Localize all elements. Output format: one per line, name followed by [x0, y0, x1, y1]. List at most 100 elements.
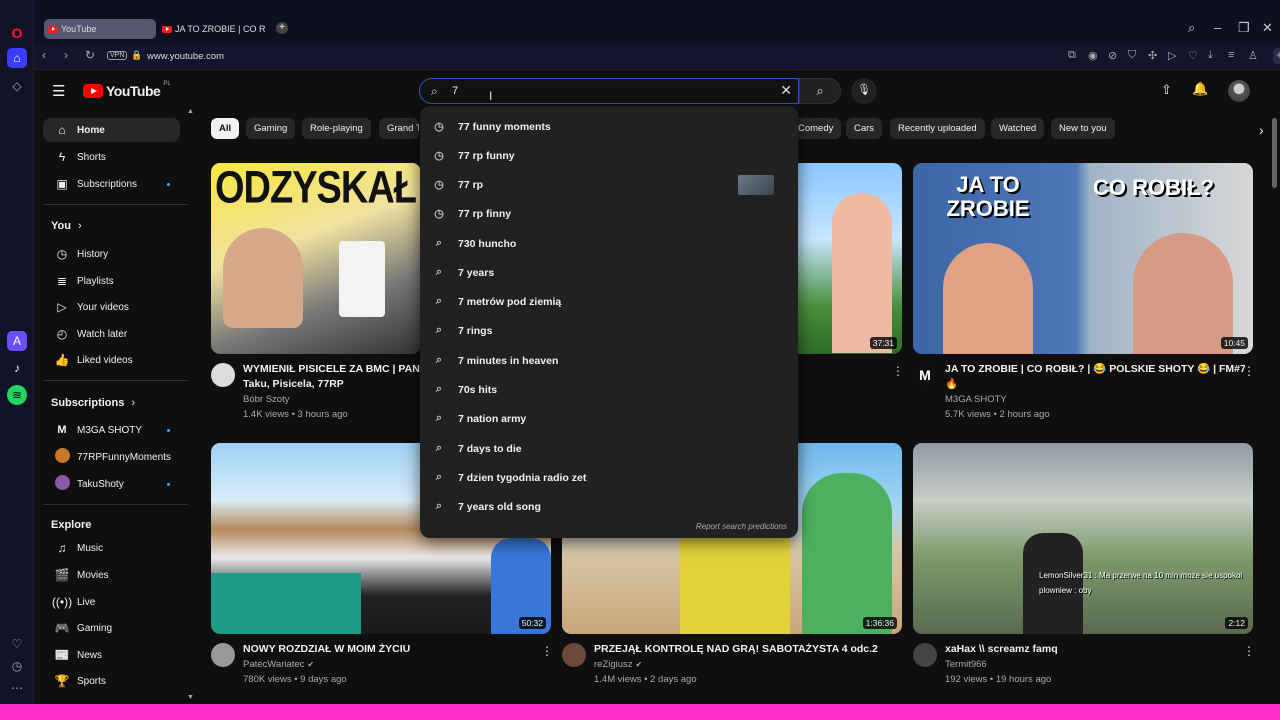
video-title[interactable]: NOWY ROZDZIAŁ W MOIM ŻYCIU [243, 642, 410, 657]
search-input[interactable]: 7 [452, 85, 458, 97]
suggestion-item[interactable]: ⌕ 730 huncho [420, 229, 798, 258]
clear-search-icon[interactable]: ✕ [780, 82, 792, 99]
channel-name[interactable]: M3GA SHOTY [945, 392, 1007, 407]
more-options-icon[interactable]: ⋮ [541, 644, 553, 658]
suggestion-item[interactable]: ⌕ 7 years old song [420, 492, 798, 521]
search-box[interactable]: ⌕ 7 ✕ [419, 78, 799, 104]
channel-avatar[interactable] [211, 363, 235, 387]
new-tab-button[interactable]: + [276, 22, 288, 34]
suggestion-item[interactable]: ⌕ 7 nation army [420, 404, 798, 433]
sidebar-item-liked-videos[interactable]: 👍 Liked videos [43, 348, 180, 372]
sidebar-item-channel[interactable]: M M3GA SHOTY [43, 418, 180, 442]
you-section-title[interactable]: You › [51, 220, 82, 232]
chip-role-playing[interactable]: Role-playing [302, 118, 371, 139]
vpn-badge[interactable]: VPN [107, 51, 128, 60]
search-button[interactable]: ⌕ [799, 78, 841, 104]
video-title-line2[interactable]: Taku, Pisicela, 77RP [243, 377, 344, 392]
vpn-shield-icon[interactable]: ⛉ [1128, 49, 1136, 62]
forward-icon[interactable]: › [64, 48, 68, 62]
page-scrollbar[interactable] [1272, 118, 1277, 188]
chip-gaming[interactable]: Gaming [246, 118, 296, 139]
voice-search-button[interactable]: 🎙 [851, 78, 877, 104]
chip-recently-uploaded[interactable]: Recently uploaded [890, 118, 985, 139]
back-icon[interactable]: ‹ [42, 48, 46, 62]
sidebar-item-movies[interactable]: 🎬 Movies [43, 563, 180, 587]
video-title-line2[interactable]: 🔥 [945, 377, 958, 392]
sidebar-item-sports[interactable]: 🏆 Sports [43, 669, 180, 693]
suggestion-item[interactable]: ◷ 77 rp finny [420, 199, 798, 228]
spotify-icon[interactable]: ≋ [7, 385, 27, 405]
chips-next-icon[interactable]: › [1259, 122, 1264, 138]
suggestion-item[interactable]: ⌕ 7 metrów pod ziemią [420, 287, 798, 316]
suggestion-item[interactable]: ◷ 77 rp [420, 170, 798, 199]
sidebar-item-channel[interactable]: 77RPFunnyMoments [43, 445, 180, 469]
upload-icon[interactable]: ⇧ [1161, 82, 1172, 98]
tab-search-icon[interactable]: ⌕ [1188, 20, 1195, 36]
player-icon[interactable]: ▷ [1168, 49, 1176, 62]
channel-avatar[interactable] [562, 643, 586, 667]
sidebar-item-home[interactable]: ⌂ Home [43, 118, 180, 142]
tab-video[interactable]: JA TO ZROBIE | CO ROBIŁ? [158, 19, 266, 39]
chip-new-to-you[interactable]: New to you [1051, 118, 1115, 139]
maximize-icon[interactable]: ❐ [1238, 20, 1250, 36]
avatar[interactable] [1228, 80, 1250, 102]
channel-avatar[interactable] [913, 643, 937, 667]
chip-watched[interactable]: Watched [991, 118, 1045, 139]
more-options-icon[interactable]: ⋮ [1243, 364, 1255, 378]
sidebar-item-shorts[interactable]: ϟ Shorts [43, 145, 180, 169]
suggestion-item[interactable]: ⌕ 7 minutes in heaven [420, 346, 798, 375]
suggestion-item[interactable]: ⌕ 70s hits [420, 375, 798, 404]
chip-grand-theft[interactable]: Grand T [379, 118, 419, 139]
channel-name[interactable]: PatecWariatec ✔ [243, 657, 314, 672]
suggestion-item[interactable]: ◷ 77 rp funny [420, 141, 798, 170]
video-title[interactable]: JA TO ZROBIE | CO ROBIŁ? | 😂 POLSKIE SHO… [945, 362, 1245, 377]
sidebar-item-gaming[interactable]: 🎮 Gaming [43, 616, 180, 640]
sidebar-item-watch-later[interactable]: ◴ Watch later [43, 322, 180, 346]
extension-icon[interactable]: ✣ [1148, 49, 1157, 62]
home-icon[interactable]: ⌂ [7, 48, 27, 68]
chip-all[interactable]: All [211, 118, 240, 139]
more-icon[interactable]: ⋯ [7, 678, 27, 698]
camera-icon[interactable]: ◉ [1088, 49, 1098, 62]
sidebar-item-music[interactable]: ♫ Music [43, 536, 180, 560]
download-icon[interactable]: ⤓ [1208, 49, 1213, 62]
sidebar-item-your-videos[interactable]: ▷ Your videos [43, 295, 180, 319]
easy-setup-icon[interactable]: ◈ [1273, 48, 1280, 64]
suggestion-item[interactable]: ◷ 77 funny moments [420, 112, 798, 141]
sidebar-item-news[interactable]: 📰 News [43, 643, 180, 667]
pinboard-icon[interactable]: ◇ [7, 76, 27, 96]
snapshot-icon[interactable]: ⧉ [1068, 49, 1076, 62]
opera-logo-icon[interactable]: O [7, 23, 27, 43]
url-text[interactable]: www.youtube.com [147, 51, 224, 62]
channel-avatar[interactable]: M [913, 363, 937, 387]
aria-icon[interactable]: A [7, 331, 27, 351]
adblock-icon[interactable]: ⊘ [1108, 49, 1117, 62]
close-window-icon[interactable]: ✕ [1262, 20, 1273, 36]
youtube-logo[interactable]: YouTube PL [83, 81, 171, 99]
favorites-icon[interactable]: ♡ [7, 634, 27, 654]
video-thumbnail[interactable]: ODZYSKAŁ [211, 163, 421, 354]
video-title[interactable]: хаНах \\ screamz famq [945, 642, 1058, 657]
video-thumbnail[interactable]: LemonSilver31 : Ma przerwe na 10 min moz… [913, 443, 1253, 634]
channel-name[interactable]: reZigiusz ✔ [594, 657, 642, 672]
more-options-icon[interactable]: ⋮ [892, 364, 904, 378]
scroll-down-arrow-icon[interactable]: ▼ [187, 694, 194, 701]
channel-name[interactable]: Bóbr Szoty [243, 392, 289, 407]
suggestion-item[interactable]: ⌕ 7 dzien tygodnia radio zet [420, 463, 798, 492]
minimize-icon[interactable]: – [1214, 20, 1221, 35]
sidebar-item-channel[interactable]: TakuShoty [43, 472, 180, 496]
report-search-predictions-link[interactable]: Report search predictions [696, 522, 787, 531]
menu-lines-icon[interactable]: ≡ [1228, 49, 1234, 61]
subscriptions-section-title[interactable]: Subscriptions › [51, 397, 135, 409]
tiktok-icon[interactable]: ♪ [7, 358, 27, 378]
hamburger-menu-icon[interactable]: ☰ [52, 82, 65, 100]
history-clock-icon[interactable]: ◷ [7, 656, 27, 676]
sidebar-item-playlists[interactable]: ≣ Playlists [43, 269, 180, 293]
video-title[interactable]: PRZEJĄŁ KONTROLĘ NAD GRĄ! SABOTAŻYSTA 4 … [594, 642, 878, 657]
suggestion-item[interactable]: ⌕ 7 days to die [420, 434, 798, 463]
sidebar-item-live[interactable]: ((•)) Live [43, 590, 180, 614]
more-options-icon[interactable]: ⋮ [1243, 644, 1255, 658]
notifications-bell-icon[interactable]: 🔔 [1192, 81, 1208, 97]
chip-cars[interactable]: Cars [846, 118, 883, 139]
channel-name[interactable]: Termit966 [945, 657, 987, 672]
